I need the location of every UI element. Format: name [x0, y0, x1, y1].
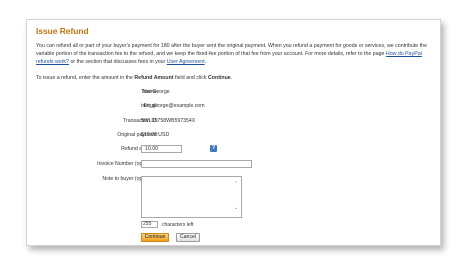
characters-left-label: characters left [162, 222, 194, 228]
user-agreement-link[interactable]: User Agreement [167, 59, 205, 65]
original-payment-value: $10.00 USD [141, 132, 170, 138]
note-to-buyer-text [142, 177, 241, 179]
chevron-down-icon[interactable]: ⌄ [233, 206, 239, 211]
cancel-button[interactable]: Cancel [176, 233, 200, 242]
intro-text: You can refund all or part of your buyer… [36, 42, 432, 67]
refund-amount-input[interactable]: 10.00 [141, 145, 182, 153]
help-icon[interactable]: ? [210, 145, 217, 152]
instructions-part3: . [230, 75, 233, 81]
instructions: To issue a refund, enter the amount in t… [36, 75, 432, 81]
intro-text-part1: You can refund all or part of your buyer… [36, 43, 427, 58]
intro-text-part2: or the section that discusses fees in yo… [68, 59, 167, 66]
instructions-continue: Continue [207, 75, 231, 81]
intro-text-part3: . [204, 59, 207, 66]
characters-left-count: 255 [141, 221, 158, 228]
chevron-up-icon[interactable]: ⌃ [233, 182, 239, 187]
name-value: Trini George [141, 89, 170, 95]
note-to-buyer-textarea[interactable]: ⌃ ⌄ [141, 176, 242, 218]
invoice-number-input[interactable] [141, 160, 252, 168]
instructions-refund-amount: Refund Amount [134, 75, 174, 81]
continue-button[interactable]: Continue [141, 233, 169, 242]
page-title: Issue Refund [36, 26, 89, 36]
instructions-part2: field and click [173, 75, 208, 81]
issue-refund-panel: Issue Refund You can refund all or part … [26, 19, 441, 246]
email-value: trini_george@example.com [141, 103, 205, 109]
transaction-id-value: 5WL15758WB597354X [141, 118, 196, 124]
instructions-part1: To issue a refund, enter the amount in t… [36, 75, 135, 81]
